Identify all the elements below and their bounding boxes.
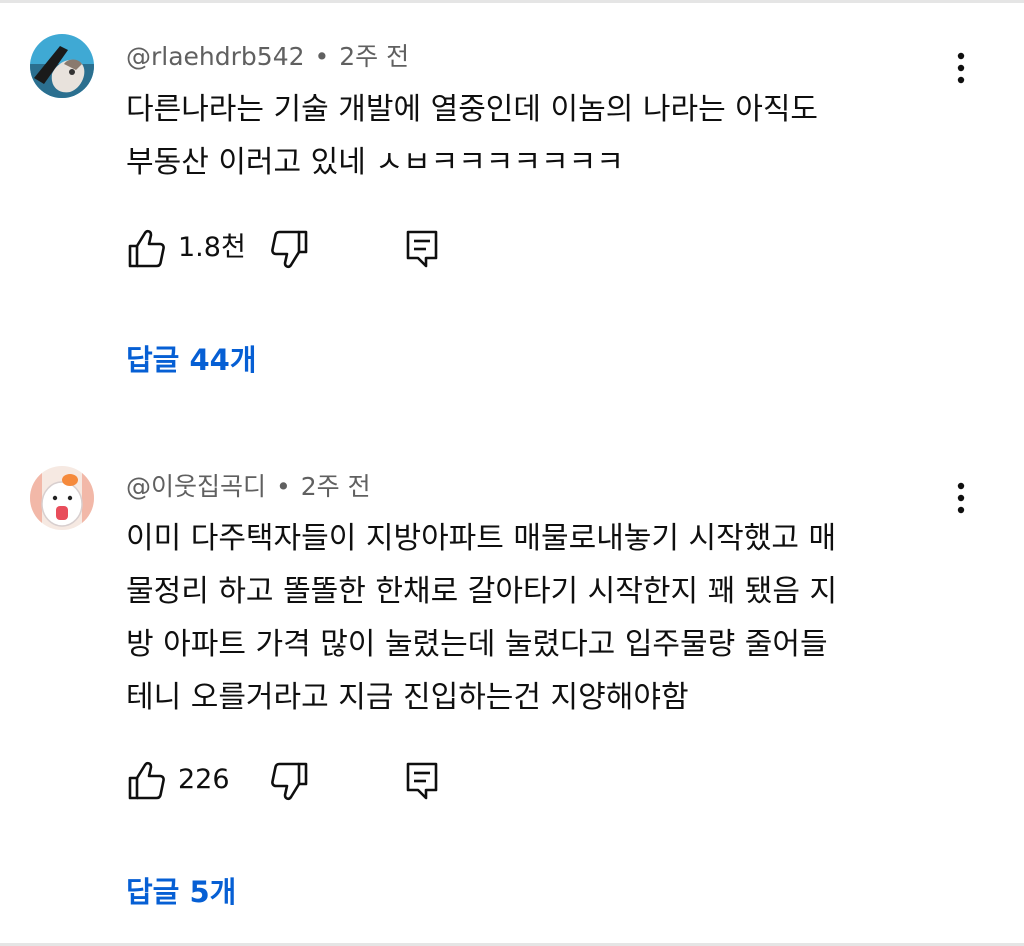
like-button[interactable] <box>126 758 166 802</box>
comment-meta: @이웃집곡디 • 2주 전 <box>126 474 371 499</box>
reply-icon <box>406 762 438 800</box>
thumbs-up-icon <box>128 229 165 268</box>
like-count: 226 <box>178 764 230 795</box>
meta-separator: • <box>314 42 330 71</box>
thumbs-down-icon <box>271 762 308 801</box>
reply-button[interactable] <box>402 226 442 270</box>
more-options-button[interactable] <box>946 46 976 90</box>
like-count: 1.8천 <box>178 232 246 263</box>
comment-time[interactable]: 2주 전 <box>339 42 409 71</box>
avatar-hamster-icon <box>30 466 94 530</box>
comment-text: 이미 다주택자들이 지방아파트 매물로내놓기 시작했고 매 물정리 하고 똘똘한… <box>126 521 838 715</box>
more-vertical-icon <box>957 482 965 514</box>
author-avatar[interactable] <box>30 34 94 98</box>
author-name[interactable]: @rlaehdrb542 <box>126 42 305 71</box>
thumbs-up-icon <box>128 761 165 800</box>
like-button[interactable] <box>126 226 166 270</box>
dislike-button[interactable] <box>270 226 310 270</box>
comment-actions: 226 <box>126 758 486 802</box>
comment-thread: @이웃집곡디 • 2주 전 이미 다주택자들이 지방아파트 매물로내놓기 시작했고 … <box>0 440 1024 940</box>
more-vertical-icon <box>957 52 965 84</box>
comment-thread: @rlaehdrb542 • 2주 전 다른나라는 기술 개발에 열중인데 이놈의 … <box>0 0 1024 430</box>
comment-actions: 1.8천 <box>126 226 486 270</box>
view-replies-button[interactable]: 답글 44개 <box>126 346 257 375</box>
more-options-button[interactable] <box>946 476 976 520</box>
author-avatar[interactable] <box>30 466 94 530</box>
reply-button[interactable] <box>402 758 442 802</box>
reply-icon <box>406 230 438 268</box>
dislike-button[interactable] <box>270 758 310 802</box>
comment-text: 다른나라는 기술 개발에 열중인데 이놈의 나라는 아직도 부동산 이러고 있네… <box>126 92 819 180</box>
avatar-photo-icon <box>30 34 94 98</box>
comment-time[interactable]: 2주 전 <box>301 472 371 501</box>
comment-meta: @rlaehdrb542 • 2주 전 <box>126 44 409 69</box>
thumbs-down-icon <box>271 230 308 269</box>
view-replies-button[interactable]: 답글 5개 <box>126 878 236 907</box>
author-name[interactable]: @이웃집곡디 <box>126 472 266 501</box>
meta-separator: • <box>276 472 291 501</box>
